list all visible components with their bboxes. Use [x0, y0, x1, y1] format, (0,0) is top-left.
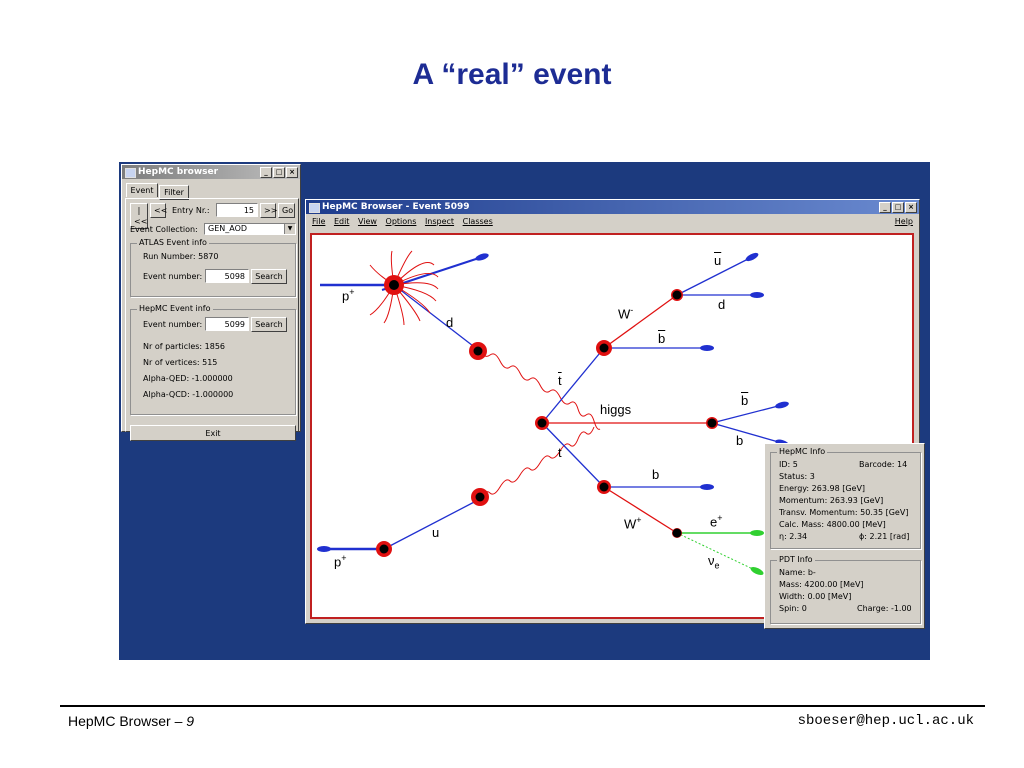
hepmc-info-group: HepMC Info ID: 5 Barcode: 14 Status: 3 E… — [770, 447, 921, 549]
footer-page-number: 9 — [186, 713, 195, 729]
entry-label: Entry Nr.: — [172, 206, 210, 215]
menu-help[interactable]: Help — [895, 214, 913, 230]
maximize-icon[interactable]: □ — [273, 167, 285, 178]
menu-file[interactable]: File — [312, 217, 325, 226]
label-d-right: d — [718, 297, 726, 312]
label-bbar-top: b — [658, 331, 666, 346]
pdt-info-label: PDT Info — [777, 555, 815, 564]
nr-particles: Nr of particles: 1856 — [143, 342, 226, 351]
nr-vertices: Nr of vertices: 515 — [143, 358, 218, 367]
atlas-group-label: ATLAS Event info — [137, 238, 209, 247]
footer-left: HepMC Browser – 9 — [68, 713, 195, 729]
close-icon[interactable]: × — [286, 167, 298, 178]
label-t: t — [558, 445, 562, 460]
tab-panel: |<< << Entry Nr.: >> Go Event Collection… — [125, 198, 299, 441]
hepmc-group-label: HepMC Event info — [137, 304, 213, 313]
atlas-event-field[interactable] — [205, 269, 249, 283]
lepton-arrowheads — [750, 530, 764, 576]
hepmc-info-label: HepMC Info — [777, 447, 828, 456]
label-p-top: p+ — [342, 287, 355, 304]
collection-label: Event Collection: — [130, 225, 198, 234]
label-d-left: d — [446, 315, 454, 330]
particle-id: ID: 5 — [779, 460, 798, 469]
atlas-search-button[interactable]: Search — [251, 269, 287, 284]
particle-barcode: Barcode: 14 — [859, 460, 908, 469]
go-button[interactable]: Go — [278, 203, 295, 218]
footer-email: sboeser@hep.ucl.ac.uk — [797, 713, 974, 729]
label-e-plus: e+ — [710, 513, 723, 530]
t-line — [541, 422, 605, 488]
minimize-icon[interactable]: _ — [879, 202, 891, 213]
pdt-info-group: PDT Info Name: b- Mass: 4200.00 [MeV] Wi… — [770, 555, 921, 624]
exit-button[interactable]: Exit — [130, 425, 296, 441]
entry-number-field[interactable] — [216, 203, 258, 217]
close-icon[interactable]: × — [905, 202, 917, 213]
atlas-event-group: ATLAS Event info Run Number: 5870 Event … — [130, 238, 296, 297]
pdt-width: Width: 0.00 [MeV] — [779, 592, 852, 601]
footer-divider — [60, 705, 985, 707]
menu-view[interactable]: View — [358, 217, 377, 226]
b-line-mid — [711, 422, 783, 444]
u-quark-line — [383, 498, 481, 550]
browser-titlebar[interactable]: HepMC browser _ □ × — [122, 165, 300, 179]
particle-energy: Energy: 263.98 [GeV] — [779, 484, 866, 493]
label-higgs: higgs — [600, 402, 632, 417]
alpha-qcd: Alpha-QCD: -1.000000 — [143, 390, 234, 399]
hepmc-browser-window: HepMC browser _ □ × Event Filter |<< << … — [121, 164, 301, 441]
label-u-low: u — [432, 525, 440, 540]
hepmc-event-group: HepMC Event info Event number: Search Nr… — [130, 304, 296, 415]
desktop: HepMC browser _ □ × Event Filter |<< << … — [119, 162, 930, 660]
vertex-blobs — [369, 250, 718, 557]
w-minus-line — [603, 294, 678, 349]
label-p-bottom: p+ — [334, 553, 347, 570]
tab-event[interactable]: Event — [126, 183, 158, 197]
particle-calc-mass: Calc. Mass: 4800.00 [MeV] — [779, 520, 886, 529]
particle-transv-momentum: Transv. Momentum: 50.35 [GeV] — [779, 508, 909, 517]
slide-title: A “real” event — [412, 58, 612, 91]
next-entry-button[interactable]: >> — [260, 203, 277, 218]
d-quark-line — [393, 284, 478, 350]
label-w-plus: W+ — [624, 515, 642, 532]
collection-value: GEN_AOD — [208, 224, 248, 233]
menu-edit[interactable]: Edit — [334, 217, 350, 226]
browser-title: HepMC browser — [138, 167, 219, 177]
label-nu-e: νe — [708, 553, 720, 571]
pdt-charge: Charge: -1.00 — [857, 604, 912, 613]
minimize-icon[interactable]: _ — [260, 167, 272, 178]
event-titlebar[interactable]: HepMC Browser - Event 5099 _ □ × — [306, 200, 919, 214]
pdt-spin: Spin: 0 — [779, 604, 807, 613]
label-b-low: b — [652, 467, 660, 482]
chevron-down-icon[interactable]: ▼ — [284, 224, 295, 234]
menu-classes[interactable]: Classes — [463, 217, 493, 226]
pdt-name: Name: b- — [779, 568, 816, 577]
atlas-event-label: Event number: — [143, 272, 203, 281]
menu-inspect[interactable]: Inspect — [425, 217, 454, 226]
particle-info-panel: HepMC Info ID: 5 Barcode: 14 Status: 3 E… — [764, 443, 925, 629]
alpha-qed: Alpha-QED: -1.000000 — [143, 374, 233, 383]
gluon-bottom — [479, 426, 595, 498]
run-number: Run Number: 5870 — [143, 252, 219, 261]
maximize-icon[interactable]: □ — [892, 202, 904, 213]
particle-status: Status: 3 — [779, 472, 815, 481]
menu-bar: File Edit View Options Inspect Classes H… — [306, 214, 919, 230]
prev-entry-button[interactable]: << — [150, 203, 167, 218]
tbar-line — [541, 347, 605, 424]
pdt-mass: Mass: 4200.00 [MeV] — [779, 580, 864, 589]
particle-eta: η: 2.34 — [779, 532, 808, 541]
particle-phi: ϕ: 2.21 [rad] — [859, 532, 910, 541]
particle-momentum: Momentum: 263.93 [GeV] — [779, 496, 884, 505]
menu-options[interactable]: Options — [386, 217, 417, 226]
label-b-mid: b — [736, 433, 744, 448]
label-tbar: t — [558, 373, 562, 388]
collection-select[interactable]: GEN_AOD ▼ — [204, 223, 296, 235]
label-bbar-mid: b — [741, 393, 749, 408]
label-w-minus: W- — [618, 305, 634, 322]
hepmc-event-field[interactable] — [205, 317, 249, 331]
hepmc-event-label: Event number: — [143, 320, 203, 329]
event-window-title: HepMC Browser - Event 5099 — [322, 202, 470, 212]
window-icon — [309, 203, 320, 213]
window-icon — [125, 168, 136, 178]
label-u-bar: u — [714, 253, 722, 268]
hepmc-search-button[interactable]: Search — [251, 317, 287, 332]
